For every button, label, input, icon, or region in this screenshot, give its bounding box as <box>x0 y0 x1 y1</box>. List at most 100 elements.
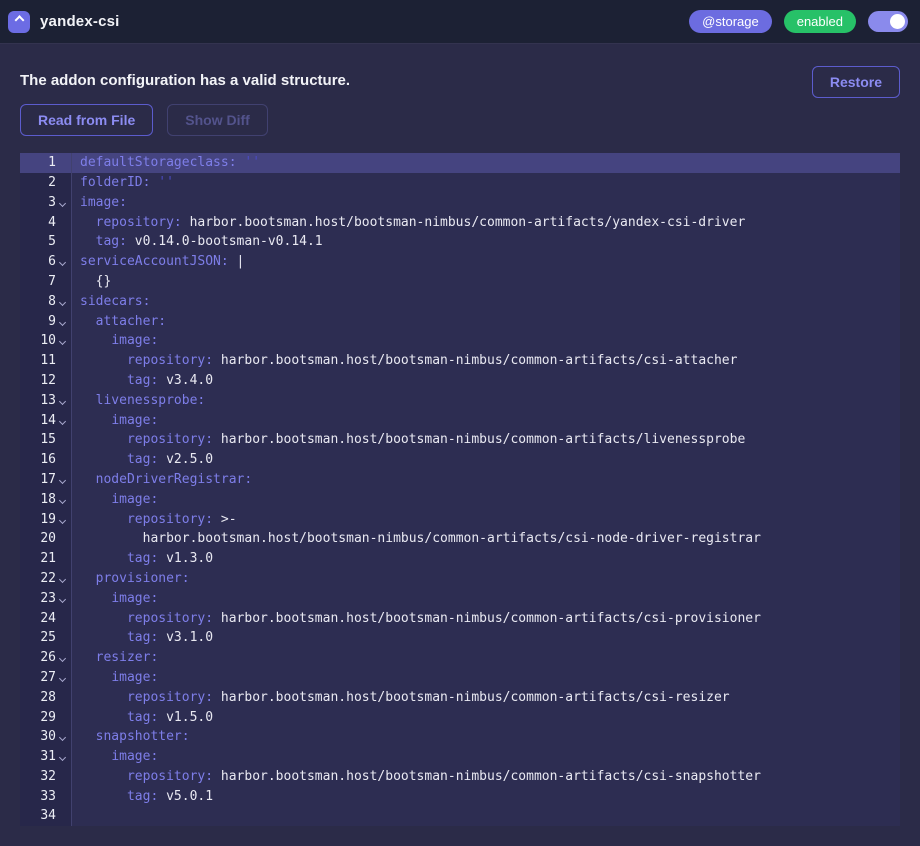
code-line[interactable]: {} <box>72 272 900 292</box>
code-line[interactable]: snapshotter: <box>72 727 900 747</box>
fold-chevron-icon[interactable] <box>56 331 71 351</box>
editor-line[interactable]: 28 repository: harbor.bootsman.host/boot… <box>20 688 900 708</box>
editor-line[interactable]: 5 tag: v0.14.0-bootsman-v0.14.1 <box>20 232 900 252</box>
editor-line[interactable]: 20 harbor.bootsman.host/bootsman-nimbus/… <box>20 529 900 549</box>
editor-line[interactable]: 13 livenessprobe: <box>20 391 900 411</box>
code-line[interactable]: image: <box>72 490 900 510</box>
read-from-file-button[interactable]: Read from File <box>20 104 153 136</box>
gutter-cell: 21 <box>20 549 72 569</box>
editor-line[interactable]: 2folderID: '' <box>20 173 900 193</box>
fold-chevron-icon[interactable] <box>56 589 71 609</box>
code-line[interactable]: folderID: '' <box>72 173 900 193</box>
code-line[interactable]: resizer: <box>72 648 900 668</box>
editor-line[interactable]: 1defaultStorageclass: '' <box>20 153 900 173</box>
editor-line[interactable]: 34 <box>20 806 900 826</box>
line-number: 20 <box>40 529 56 549</box>
line-number: 6 <box>48 252 56 272</box>
code-line[interactable]: tag: v1.5.0 <box>72 708 900 728</box>
code-line[interactable]: image: <box>72 747 900 767</box>
fold-chevron-icon[interactable] <box>56 252 71 272</box>
editor-line[interactable]: 24 repository: harbor.bootsman.host/boot… <box>20 609 900 629</box>
code-line[interactable]: tag: v3.1.0 <box>72 628 900 648</box>
editor-line[interactable]: 29 tag: v1.5.0 <box>20 708 900 728</box>
editor-line[interactable]: 22 provisioner: <box>20 569 900 589</box>
fold-chevron-icon[interactable] <box>56 292 71 312</box>
editor-line[interactable]: 27 image: <box>20 668 900 688</box>
code-line[interactable]: repository: harbor.bootsman.host/bootsma… <box>72 213 900 233</box>
fold-chevron-icon[interactable] <box>56 312 71 332</box>
code-line[interactable]: defaultStorageclass: '' <box>72 153 900 173</box>
code-line[interactable]: attacher: <box>72 312 900 332</box>
fold-chevron-icon[interactable] <box>56 747 71 767</box>
editor-line[interactable]: 11 repository: harbor.bootsman.host/boot… <box>20 351 900 371</box>
editor-line[interactable]: 4 repository: harbor.bootsman.host/boots… <box>20 213 900 233</box>
editor-line[interactable]: 15 repository: harbor.bootsman.host/boot… <box>20 430 900 450</box>
show-diff-button[interactable]: Show Diff <box>167 104 268 136</box>
validation-message: The addon configuration has a valid stru… <box>20 66 350 89</box>
restore-button[interactable]: Restore <box>812 66 900 98</box>
editor-line[interactable]: 32 repository: harbor.bootsman.host/boot… <box>20 767 900 787</box>
code-line[interactable]: serviceAccountJSON: | <box>72 252 900 272</box>
code-line[interactable]: sidecars: <box>72 292 900 312</box>
code-line[interactable]: repository: harbor.bootsman.host/bootsma… <box>72 430 900 450</box>
fold-chevron-icon[interactable] <box>56 569 71 589</box>
code-line[interactable]: image: <box>72 331 900 351</box>
editor-line[interactable]: 16 tag: v2.5.0 <box>20 450 900 470</box>
fold-chevron-icon[interactable] <box>56 668 71 688</box>
code-line[interactable]: repository: harbor.bootsman.host/bootsma… <box>72 351 900 371</box>
line-number: 16 <box>40 450 56 470</box>
code-line[interactable]: tag: v2.5.0 <box>72 450 900 470</box>
fold-chevron-icon[interactable] <box>56 510 71 530</box>
code-line[interactable]: repository: harbor.bootsman.host/bootsma… <box>72 688 900 708</box>
code-line[interactable]: harbor.bootsman.host/bootsman-nimbus/com… <box>72 529 900 549</box>
gutter-cell: 24 <box>20 609 72 629</box>
code-line[interactable]: nodeDriverRegistrar: <box>72 470 900 490</box>
code-line[interactable]: repository: >- <box>72 510 900 530</box>
collapse-button[interactable] <box>8 11 30 33</box>
fold-chevron-icon[interactable] <box>56 470 71 490</box>
editor-line[interactable]: 6 serviceAccountJSON: | <box>20 252 900 272</box>
code-line[interactable]: provisioner: <box>72 569 900 589</box>
editor-line[interactable]: 10 image: <box>20 331 900 351</box>
code-line[interactable] <box>72 806 900 826</box>
fold-chevron-icon[interactable] <box>56 193 71 213</box>
actions-row: Read from File Show Diff <box>20 104 900 136</box>
code-line[interactable]: repository: harbor.bootsman.host/bootsma… <box>72 609 900 629</box>
code-line[interactable]: image: <box>72 668 900 688</box>
yaml-editor[interactable]: 1defaultStorageclass: ''2folderID: ''3im… <box>20 153 900 826</box>
code-line[interactable]: image: <box>72 193 900 213</box>
code-line[interactable]: tag: v0.14.0-bootsman-v0.14.1 <box>72 232 900 252</box>
code-line[interactable]: image: <box>72 589 900 609</box>
editor-line[interactable]: 26 resizer: <box>20 648 900 668</box>
code-line[interactable]: tag: v5.0.1 <box>72 787 900 807</box>
code-line[interactable]: image: <box>72 411 900 431</box>
editor-line[interactable]: 9 attacher: <box>20 312 900 332</box>
editor-line[interactable]: 17 nodeDriverRegistrar: <box>20 470 900 490</box>
editor-line[interactable]: 21 tag: v1.3.0 <box>20 549 900 569</box>
gutter-cell: 8 <box>20 292 72 312</box>
fold-chevron-icon[interactable] <box>56 391 71 411</box>
editor-line[interactable]: 7 {} <box>20 272 900 292</box>
editor-line[interactable]: 3image: <box>20 193 900 213</box>
fold-chevron-icon[interactable] <box>56 648 71 668</box>
fold-chevron-icon[interactable] <box>56 727 71 747</box>
line-number: 31 <box>40 747 56 767</box>
gutter-cell: 6 <box>20 252 72 272</box>
fold-chevron-icon[interactable] <box>56 411 71 431</box>
editor-line[interactable]: 33 tag: v5.0.1 <box>20 787 900 807</box>
editor-line[interactable]: 8sidecars: <box>20 292 900 312</box>
fold-chevron-icon[interactable] <box>56 490 71 510</box>
code-line[interactable]: repository: harbor.bootsman.host/bootsma… <box>72 767 900 787</box>
code-line[interactable]: tag: v1.3.0 <box>72 549 900 569</box>
enabled-toggle[interactable] <box>868 11 908 32</box>
editor-line[interactable]: 23 image: <box>20 589 900 609</box>
code-line[interactable]: tag: v3.4.0 <box>72 371 900 391</box>
editor-line[interactable]: 31 image: <box>20 747 900 767</box>
code-line[interactable]: livenessprobe: <box>72 391 900 411</box>
editor-line[interactable]: 12 tag: v3.4.0 <box>20 371 900 391</box>
editor-line[interactable]: 19 repository: >- <box>20 510 900 530</box>
editor-line[interactable]: 30 snapshotter: <box>20 727 900 747</box>
editor-line[interactable]: 18 image: <box>20 490 900 510</box>
editor-line[interactable]: 14 image: <box>20 411 900 431</box>
editor-line[interactable]: 25 tag: v3.1.0 <box>20 628 900 648</box>
